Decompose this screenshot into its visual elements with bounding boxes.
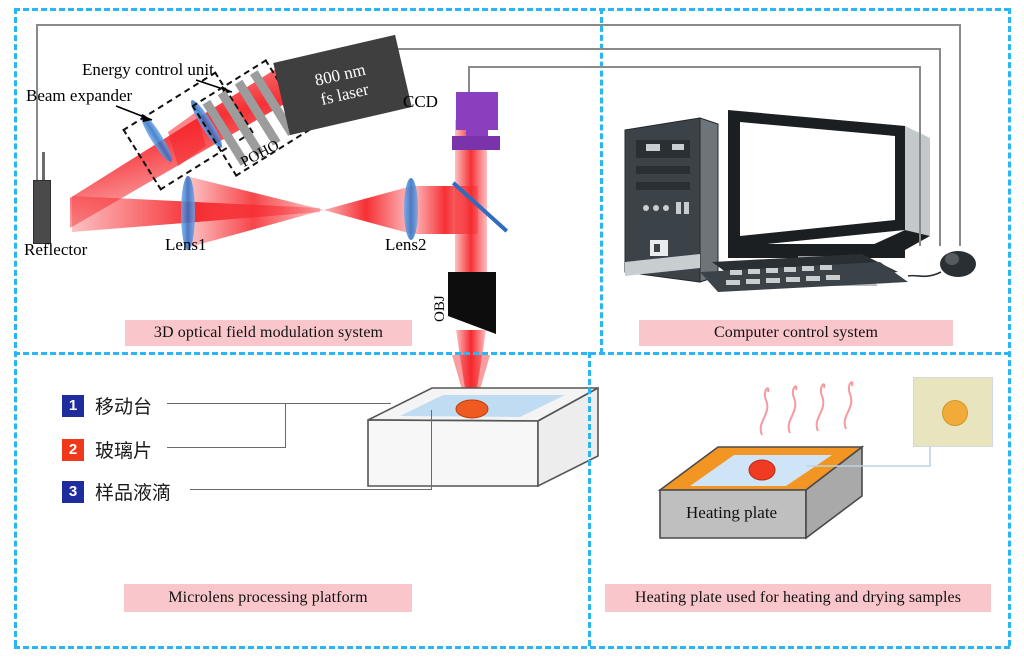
obj-label: OBJ	[432, 295, 448, 322]
lens2-label: Lens2	[385, 235, 427, 254]
caption-heating: Heating plate used for heating and dryin…	[605, 584, 991, 612]
computer-illustration	[624, 110, 976, 292]
legend-badge-3: 3	[62, 480, 84, 503]
panel-border-top	[14, 8, 1010, 11]
wire-ccd-to-pc	[468, 66, 920, 68]
legend-leader-2	[167, 447, 286, 449]
legend-label-3: 样品液滴	[95, 482, 172, 504]
legend-item-1: 1 移动台	[62, 392, 152, 419]
reflector[interactable]	[33, 180, 51, 244]
legend-badge-2: 2	[62, 438, 84, 461]
legend-leader-3b	[431, 410, 433, 490]
caption-optical: 3D optical field modulation system	[125, 320, 412, 346]
reflector-label: Reflector	[24, 240, 88, 259]
legend-leader-1	[167, 403, 391, 405]
panel-divider-vertical-bottom	[588, 352, 591, 646]
legend-item-2: 2 玻璃片	[62, 436, 152, 463]
beam-expander-label: Beam expander	[26, 86, 133, 105]
wire-ccd-stub	[468, 66, 470, 92]
panel-divider-horizontal	[14, 352, 1010, 355]
objective-lens-body[interactable]	[448, 272, 496, 316]
ccd-camera[interactable]	[456, 92, 498, 130]
panel-border-bottom	[14, 646, 1010, 649]
wire-laserbox-to-pc	[396, 48, 940, 50]
sample-stage-3d	[367, 386, 599, 488]
caption-platform: Microlens processing platform	[124, 584, 412, 612]
reflector-stem	[42, 152, 45, 182]
dried-sample-inset	[913, 377, 993, 447]
heat-waves	[759, 381, 854, 436]
heating-plate-3d	[657, 445, 865, 540]
legend-badge-1: 1	[62, 394, 84, 417]
legend-item-3: 3 样品液滴	[62, 478, 171, 505]
panel-divider-vertical-top	[600, 8, 603, 354]
legend-leader-3	[190, 489, 432, 491]
wire-pc-vertical-1	[959, 24, 961, 246]
ccd-base	[452, 136, 500, 150]
panel-border-left	[14, 8, 17, 646]
sample-droplet-inset	[942, 400, 968, 426]
lens1-label: Lens1	[165, 235, 207, 254]
wire-pc-vertical-2	[939, 48, 941, 246]
ccd-label: CCD	[403, 92, 438, 111]
energy-control-unit-label: Energy control unit	[82, 60, 214, 79]
lens2[interactable]	[404, 178, 418, 240]
plate-inset-connector	[806, 445, 931, 467]
wire-pc-vertical-3	[919, 66, 921, 246]
beam-splitter[interactable]	[451, 181, 509, 233]
figure-root: Reflector Lens1 Lens2 Beam expander Ener…	[0, 0, 1024, 657]
legend-label-1: 移动台	[95, 396, 153, 418]
wire-laser-to-pc-top	[36, 24, 960, 26]
panel-border-right	[1008, 8, 1011, 646]
caption-computer: Computer control system	[639, 320, 953, 346]
objective-lens-cone	[448, 316, 496, 334]
legend-leader-2b	[285, 403, 287, 448]
legend-label-2: 玻璃片	[95, 440, 153, 462]
wire-left-vertical	[36, 24, 38, 200]
heating-plate-label: Heating plate	[686, 503, 778, 522]
fs-laser-box[interactable]: 800 nm fs laser	[273, 34, 412, 136]
